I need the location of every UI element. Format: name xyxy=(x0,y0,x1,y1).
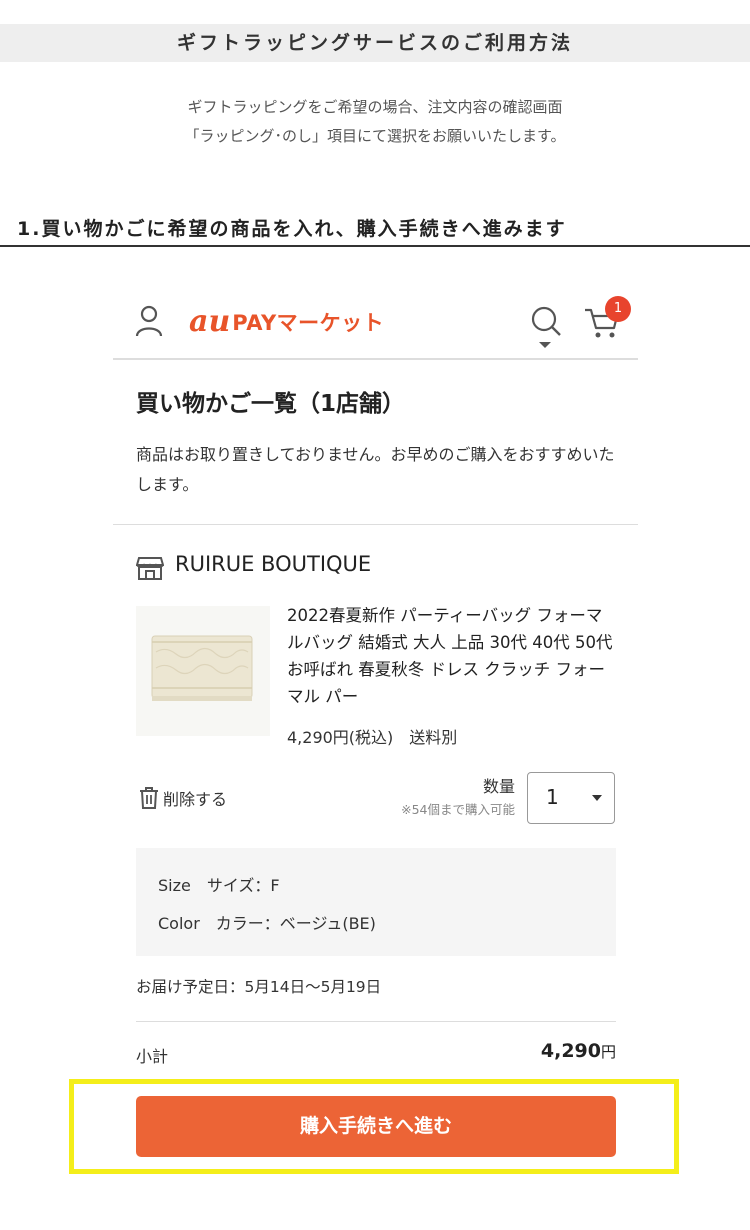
subtotal-amount: 4,290 xyxy=(540,1040,601,1062)
quantity-select[interactable]: 1 xyxy=(527,772,615,824)
product-title[interactable]: 2022春夏新作 パーティーバッグ フォーマルバッグ 結婚式 大人 上品 30代… xyxy=(287,602,617,710)
subtotal-unit: 円 xyxy=(600,1043,616,1061)
product-image[interactable] xyxy=(136,606,270,736)
cart-count-badge: 1 xyxy=(605,296,631,322)
shop-icon xyxy=(135,555,165,581)
quantity-label: 数量 xyxy=(482,777,515,796)
trash-icon xyxy=(139,786,159,810)
cart-title: 買い物かご一覧（1店舗） xyxy=(136,391,406,417)
divider xyxy=(113,524,638,525)
cart-screenshot: auPAYマーケット 1 買い物かご一覧（1店舗） 商品はお取り置きしておりませ… xyxy=(113,280,638,1200)
quantity-value: 1 xyxy=(546,785,559,809)
guide-intro-line-1: ギフトラッピングをご希望の場合、注文内容の確認画面 xyxy=(187,98,563,116)
logo-text: PAYマーケット xyxy=(232,310,385,335)
cart-notice: 商品はお取り置きしておりません。お早めのご購入をおすすめいたします。 xyxy=(136,445,615,494)
subtotal-value: 4,290円 xyxy=(493,1040,616,1062)
checkout-button[interactable]: 購入手続きへ進む xyxy=(136,1096,616,1157)
option-size: Size サイズ：F xyxy=(158,876,280,895)
chevron-down-icon xyxy=(592,795,602,801)
step-divider xyxy=(0,245,750,247)
product-options: Size サイズ：F Color カラー：ベージュ(BE) xyxy=(136,848,616,956)
delete-button[interactable]: 削除する xyxy=(139,786,227,814)
guide-intro: ギフトラッピングをご希望の場合、注文内容の確認画面 「ラッピング･のし」項目にて… xyxy=(0,93,750,151)
guide-intro-line-2: 「ラッピング･のし」項目にて選択をお願いいたします。 xyxy=(184,127,566,145)
option-color: Color カラー：ベージュ(BE) xyxy=(158,914,376,933)
user-icon[interactable] xyxy=(135,304,163,338)
shop-name[interactable]: RUIRUE BOUTIQUE xyxy=(175,552,371,576)
search-icon[interactable] xyxy=(529,304,563,350)
quantity-limit: ※54個まで購入可能 xyxy=(401,802,515,817)
delete-label: 削除する xyxy=(163,790,228,809)
logo-au: au xyxy=(189,304,231,339)
delivery-estimate: お届け予定日：5月14日〜5月19日 xyxy=(136,978,382,996)
subtotal-label: 小計 xyxy=(136,1047,169,1066)
au-pay-market-logo[interactable]: auPAYマーケット xyxy=(189,304,384,340)
product-price: 4,290円(税込) 送料別 xyxy=(287,728,458,747)
app-header: auPAYマーケット 1 xyxy=(113,280,638,360)
divider xyxy=(136,1021,616,1022)
guide-header: ギフトラッピングサービスのご利用方法 xyxy=(0,24,750,62)
step-title: 1.買い物かごに希望の商品を入れ、購入手続きへ進みます xyxy=(17,218,567,240)
